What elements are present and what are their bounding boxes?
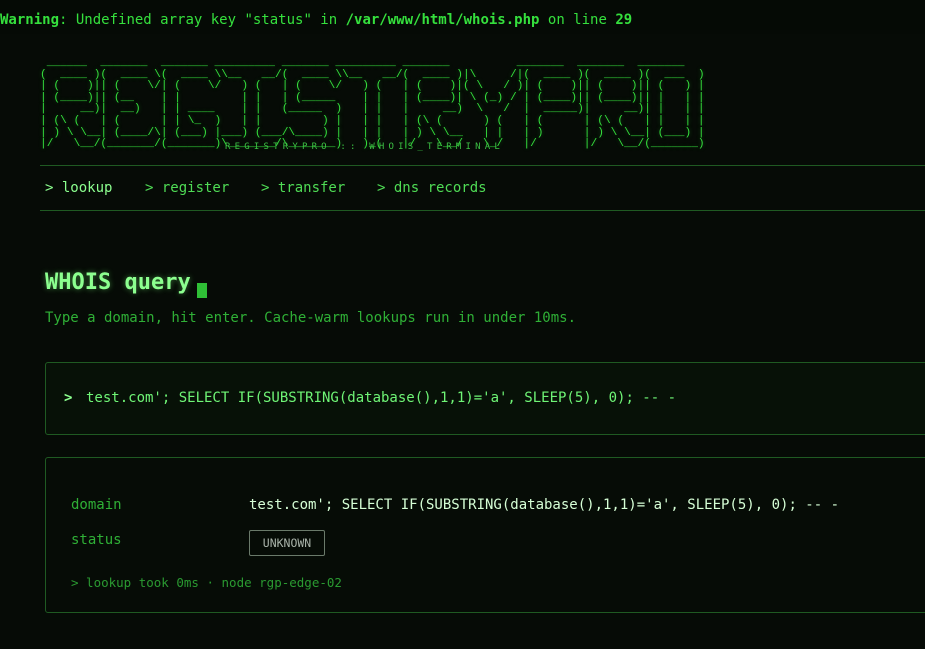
page-title: WHOIS query xyxy=(45,270,191,295)
warning-on-line: on line xyxy=(539,12,616,28)
warning-line-number: 29 xyxy=(615,12,633,28)
brand-tagline: REGISTRYPRO :: WHOIS_TERMINAL xyxy=(225,142,504,152)
nav-lookup[interactable]: > lookup xyxy=(45,180,112,196)
domain-value: test.com'; SELECT IF(SUBSTRING(database(… xyxy=(249,497,840,513)
registrypro-ascii-logo: ______ _______ _______ _________ _______… xyxy=(40,57,705,151)
prompt-chevron-icon: > xyxy=(64,390,73,406)
nav-transfer[interactable]: > transfer xyxy=(261,180,345,196)
page-subtitle: Type a domain, hit enter. Cache-warm loo… xyxy=(45,310,577,326)
main-nav: > lookup > register > transfer > dns rec… xyxy=(40,165,925,211)
status-badge: UNKNOWN xyxy=(249,530,325,556)
warning-label: Warning xyxy=(0,12,60,28)
status-key: status xyxy=(71,532,122,548)
warning-message: : Undefined array key "status" in xyxy=(59,12,346,28)
blinking-cursor xyxy=(197,283,207,298)
warning-file: /var/www/html/whois.php xyxy=(345,12,540,28)
php-warning: Warning: Undefined array key "status" in… xyxy=(0,11,632,29)
query-box: > xyxy=(45,362,925,435)
domain-query-input[interactable] xyxy=(86,385,925,411)
whois-result-panel: domain test.com'; SELECT IF(SUBSTRING(da… xyxy=(45,457,925,613)
terminal-page: ______ _______ _______ _________ _______… xyxy=(0,34,925,649)
nav-register[interactable]: > register xyxy=(145,180,229,196)
lookup-timing: > lookup took 0ms · node rgp-edge-02 xyxy=(71,575,342,590)
nav-dns-records[interactable]: > dns records xyxy=(377,180,487,196)
domain-key: domain xyxy=(71,497,122,513)
